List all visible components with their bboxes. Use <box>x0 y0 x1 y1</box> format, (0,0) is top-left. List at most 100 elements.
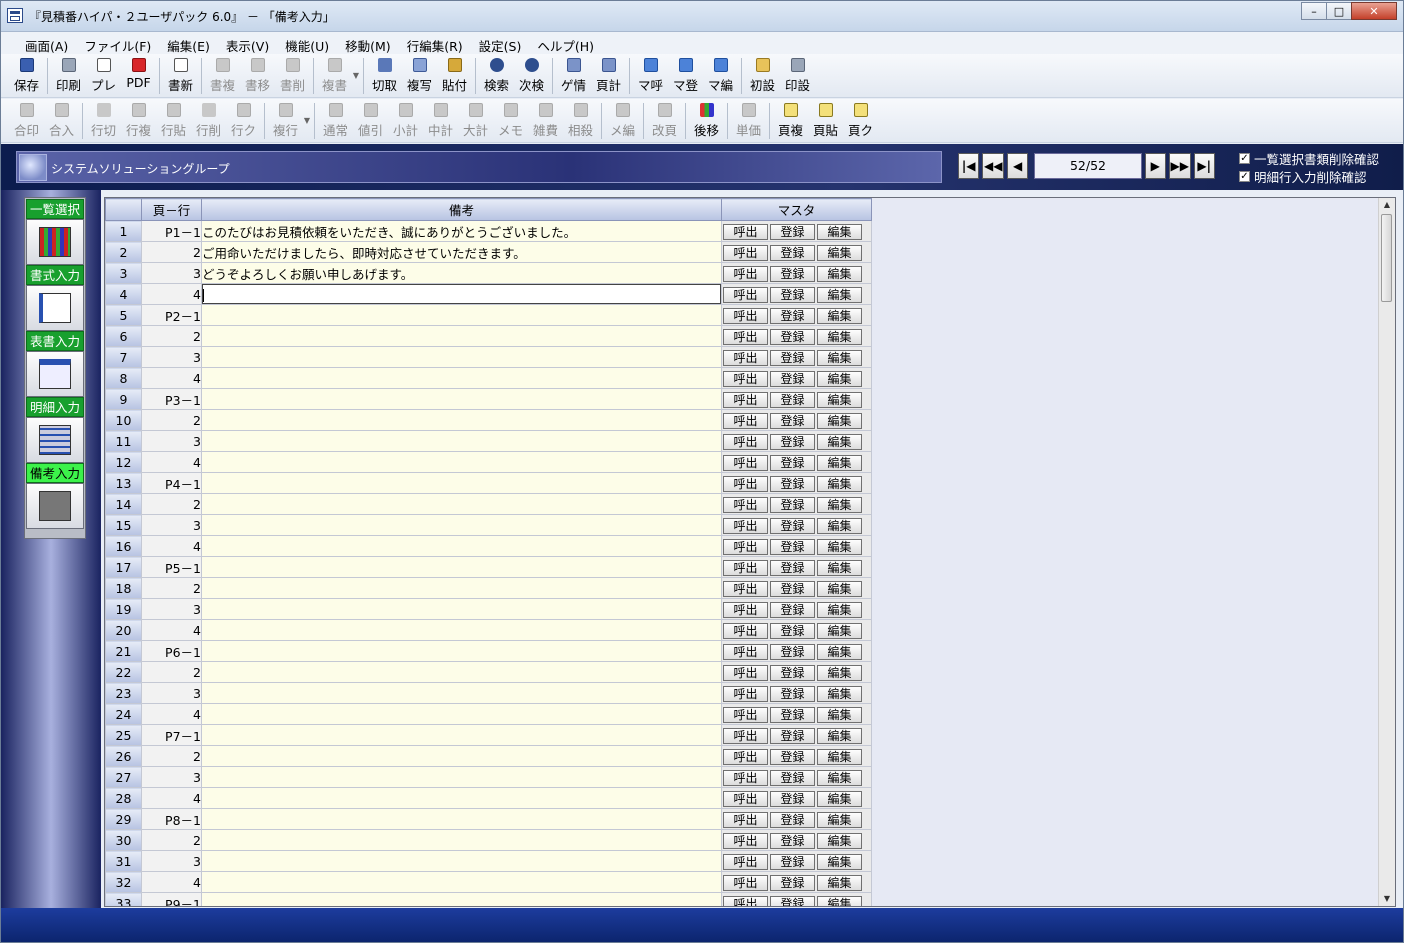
remarks-cell[interactable] <box>201 808 722 830</box>
multi-document-button[interactable]: 複書 <box>317 54 352 96</box>
master-call-button[interactable]: 呼出 <box>723 391 768 408</box>
memo-edit-button[interactable]: メ編 <box>605 99 640 141</box>
remarks-cell[interactable] <box>201 346 722 368</box>
master-edit-button[interactable]: 編集 <box>817 244 862 261</box>
pdf-button[interactable]: PDF <box>121 54 156 96</box>
remarks-cell[interactable] <box>201 766 722 788</box>
master-call-button[interactable]: 呼出 <box>723 811 768 828</box>
master-register-button[interactable]: 登録 <box>770 265 815 282</box>
master-edit-button[interactable]: 編集 <box>817 559 862 576</box>
master-register-button[interactable]: 登録 <box>770 664 815 681</box>
offset-row-button[interactable]: 相殺 <box>563 99 598 141</box>
detail-input-button[interactable] <box>26 417 84 463</box>
move-document-button[interactable]: 書移 <box>240 54 275 96</box>
row-number[interactable]: 10 <box>105 409 142 431</box>
remarks-cell[interactable] <box>201 451 722 473</box>
header-page-line[interactable]: 頁－行 <box>141 198 202 221</box>
vertical-scrollbar[interactable]: ▲ ▼ <box>1378 198 1395 906</box>
master-call-button[interactable]: 呼出 <box>723 685 768 702</box>
master-call-button[interactable]: 呼出 <box>723 580 768 597</box>
master-call-button[interactable]: 呼出 <box>723 475 768 492</box>
scroll-down-icon[interactable]: ▼ <box>1379 892 1395 906</box>
master-edit-button[interactable]: 編集 <box>817 832 862 849</box>
master-call-button[interactable]: 呼出 <box>723 895 768 906</box>
remarks-cell[interactable]: このたびはお見積依頼をいただき、誠にありがとうございました。 <box>201 220 722 242</box>
row-number[interactable]: 11 <box>105 430 142 452</box>
dropdown-arrow-icon[interactable]: ▼ <box>303 99 311 141</box>
master-call-button[interactable]: 呼出 <box>723 874 768 891</box>
menu-item[interactable]: 編集(E) <box>159 32 218 54</box>
master-edit-button[interactable]: 編集 <box>817 223 862 240</box>
master-edit-button[interactable]: 編集 <box>817 601 862 618</box>
title-bar[interactable]: 『見積番ハイパ・２ユーザパック 6.0』 － 「備考入力」 – □ ✕ <box>1 1 1403 32</box>
remarks-cell[interactable] <box>201 493 722 515</box>
calculator-button[interactable]: 頁計 <box>591 54 626 96</box>
remarks-cell[interactable]: どうぞよろしくお願い申しあげます。 <box>201 262 722 284</box>
prev-fast-button[interactable]: ◀◀ <box>982 153 1004 179</box>
remarks-cell[interactable] <box>201 619 722 641</box>
master-call-button[interactable]: 呼出 <box>723 643 768 660</box>
row-number[interactable]: 30 <box>105 829 142 851</box>
initial-settings-button[interactable]: 初設 <box>745 54 780 96</box>
master-register-button[interactable]: 登録 <box>770 433 815 450</box>
master-edit-button[interactable]: 編集 <box>817 811 862 828</box>
misc-expense-row-button[interactable]: 雑費 <box>528 99 563 141</box>
remarks-cell[interactable] <box>201 472 722 494</box>
remarks-input-button[interactable] <box>26 483 84 529</box>
master-register-button[interactable]: 登録 <box>770 307 815 324</box>
master-edit-button[interactable]: 編集 <box>817 433 862 450</box>
master-register-button[interactable]: 登録 <box>770 748 815 765</box>
master-register-button[interactable]: 登録 <box>770 286 815 303</box>
master-register-button[interactable]: 登録 <box>770 832 815 849</box>
copy-button[interactable]: 複写 <box>402 54 437 96</box>
master-call-button[interactable]: 呼出 <box>723 412 768 429</box>
master-call-button[interactable]: 呼出 <box>723 223 768 240</box>
header-remarks[interactable]: 備考 <box>201 198 722 221</box>
master-register-button[interactable]: 登録 <box>770 727 815 744</box>
midtotal-row-button[interactable]: 中計 <box>423 99 458 141</box>
row-number[interactable]: 12 <box>105 451 142 473</box>
checkbox[interactable]: ✓ <box>1239 170 1250 182</box>
master-register-button[interactable]: 登録 <box>770 517 815 534</box>
row-number[interactable]: 13 <box>105 472 142 494</box>
master-register-button[interactable]: 登録 <box>770 538 815 555</box>
master-call-button[interactable]: 呼出 <box>723 727 768 744</box>
grandtotal-row-button[interactable]: 大計 <box>458 99 493 141</box>
remarks-cell[interactable] <box>201 556 722 578</box>
info-button[interactable]: ゲ情 <box>556 54 591 96</box>
master-edit-button[interactable]: 編集 <box>817 748 862 765</box>
remarks-cell[interactable] <box>201 829 722 851</box>
master-edit-button[interactable]: 編集 <box>817 769 862 786</box>
find-next-button[interactable]: 次検 <box>514 54 549 96</box>
move-after-button[interactable]: 後移 <box>689 99 724 141</box>
master-edit-button[interactable]: 編集 <box>817 391 862 408</box>
master-call-button[interactable]: 呼出 <box>723 496 768 513</box>
row-number[interactable]: 33 <box>105 892 142 906</box>
row-number[interactable]: 2 <box>105 241 142 263</box>
remarks-cell[interactable] <box>201 598 722 620</box>
master-edit-button[interactable]: 編集 <box>817 706 862 723</box>
remarks-cell[interactable]: ご用命いただけましたら、即時対応させていただきます。 <box>201 241 722 263</box>
row-number[interactable]: 25 <box>105 724 142 746</box>
print-button[interactable]: 印刷 <box>51 54 86 96</box>
master-register-button[interactable]: 登録 <box>770 496 815 513</box>
master-edit-button[interactable]: 編集 <box>817 538 862 555</box>
remarks-cell[interactable] <box>201 304 722 326</box>
multi-row-button[interactable]: 複行 <box>268 99 303 141</box>
row-number[interactable]: 9 <box>105 388 142 410</box>
master-call-button[interactable]: 呼出 <box>723 622 768 639</box>
row-number[interactable]: 22 <box>105 661 142 683</box>
menu-item[interactable]: ヘルプ(H) <box>529 32 602 54</box>
master-call-button[interactable]: 呼出 <box>723 328 768 345</box>
remarks-cell[interactable] <box>201 577 722 599</box>
row-number[interactable]: 8 <box>105 367 142 389</box>
page-paste-button[interactable]: 頁貼 <box>808 99 843 141</box>
remarks-cell[interactable] <box>201 661 722 683</box>
save-button[interactable]: 保存 <box>9 54 44 96</box>
master-register-button[interactable]: 登録 <box>770 769 815 786</box>
master-edit-button[interactable]: 編集 <box>817 517 862 534</box>
row-number[interactable]: 18 <box>105 577 142 599</box>
master-call-button[interactable]: 呼出 <box>723 433 768 450</box>
remarks-cell[interactable] <box>201 682 722 704</box>
master-call-button[interactable]: 呼出 <box>723 559 768 576</box>
